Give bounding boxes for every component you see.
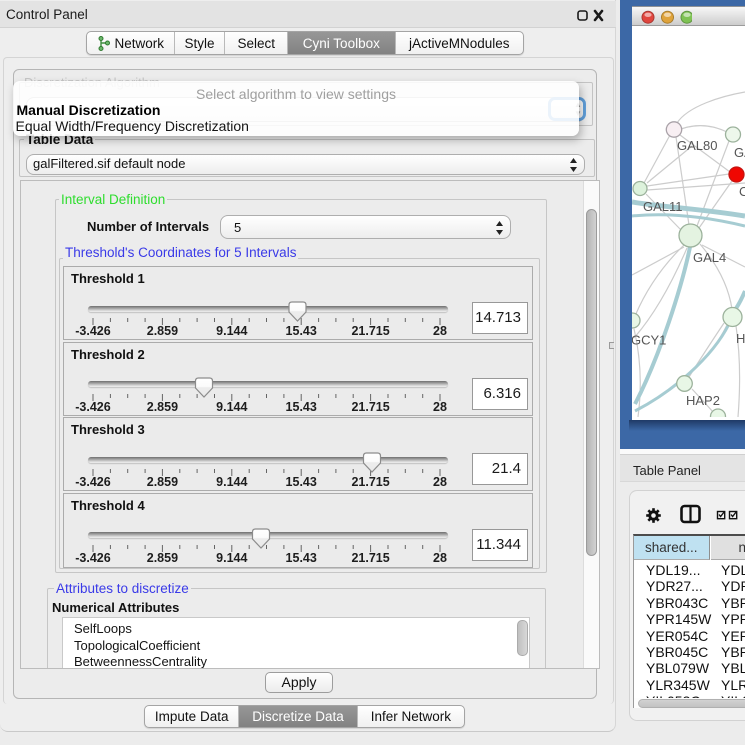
svg-text:HAP2: HAP2 bbox=[686, 393, 720, 408]
svg-text:C: C bbox=[739, 184, 745, 199]
svg-text:HIS: HIS bbox=[736, 331, 745, 346]
svg-text:GA: GA bbox=[734, 145, 745, 160]
svg-text:GAL80: GAL80 bbox=[677, 138, 717, 153]
svg-text:GCY1: GCY1 bbox=[632, 333, 666, 348]
svg-text:GAL4: GAL4 bbox=[693, 250, 726, 265]
svg-text:GAL11: GAL11 bbox=[643, 199, 683, 214]
